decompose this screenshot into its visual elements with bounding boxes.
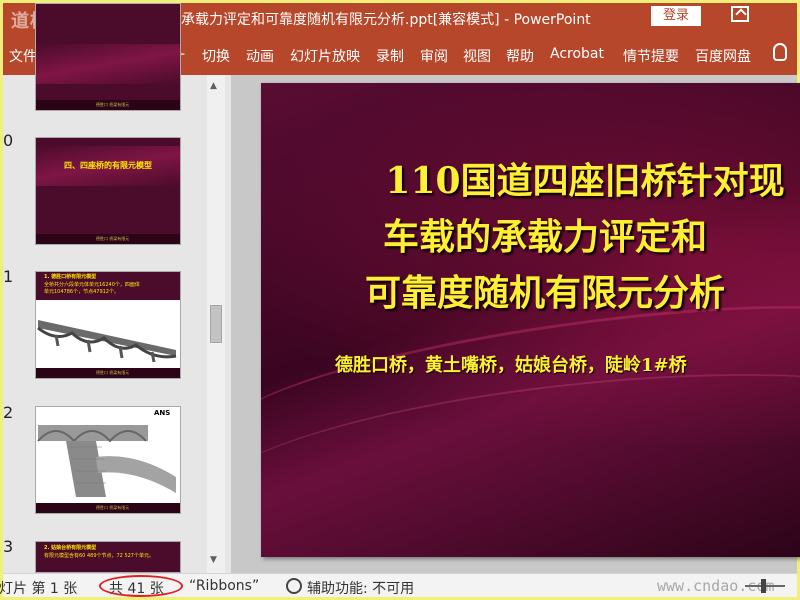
accessibility-icon[interactable]	[286, 578, 302, 594]
slide-number: 1	[3, 267, 14, 286]
tab-file[interactable]: 文件	[9, 46, 37, 66]
tab-transitions[interactable]: 切换	[202, 46, 230, 66]
zoom-slider-handle[interactable]	[761, 579, 766, 593]
slide-thumbnail[interactable]: 德胜口 桥梁有限元	[35, 3, 181, 111]
thumbnail-footer-text: 德胜口 桥梁有限元	[96, 236, 130, 241]
main-slide[interactable]: 110国道四座旧桥针对现 车载的承载力评定和 可靠度随机有限元分析 德胜口桥，黄…	[261, 83, 800, 557]
login-button[interactable]: 登录	[651, 6, 701, 26]
slide-title-line: 可靠度随机有限元分析	[364, 272, 725, 314]
thumbnail-footer-text: 德胜口 桥梁有限元	[96, 505, 130, 510]
tab-help[interactable]: 帮助	[506, 46, 534, 66]
tab-review[interactable]: 审阅	[420, 46, 448, 66]
slide-subtitle[interactable]: 德胜口桥，黄土嘴桥，姑娘台桥，陡岭1#桥	[335, 351, 687, 377]
slide-position-text[interactable]: 幻灯片 第 1 张	[0, 578, 77, 598]
tab-storyboard[interactable]: 情节提要	[623, 46, 679, 66]
accessibility-status[interactable]: 辅助功能: 不可用	[307, 578, 414, 598]
tab-baidu-netdisk[interactable]: 百度网盘	[695, 46, 751, 66]
thumbnail-text: 有限元模型含有60 489个节点，72 527个单元。	[44, 553, 154, 559]
lightbulb-icon[interactable]	[773, 43, 787, 61]
ansys-logo: ANS	[154, 409, 171, 417]
slide-thumbnail-pane: 德胜口 桥梁有限元 0 四、四座桥的有限元模型 德胜口 桥梁有限元 1 1. 德…	[3, 3, 231, 573]
thumbnail-text: 单元104786个，节点47912个。	[44, 289, 119, 295]
tab-animations[interactable]: 动画	[246, 46, 274, 66]
slide-title-line: 110国道四座旧桥针对现	[385, 160, 785, 202]
slide-thumbnail[interactable]: 四、四座桥的有限元模型 德胜口 桥梁有限元	[35, 137, 181, 245]
status-bar: 幻灯片 第 1 张 共 41 张 “Ribbons” 辅助功能: 不可用 www…	[0, 573, 797, 598]
slide-title[interactable]: 110国道四座旧桥针对现 车载的承载力评定和 可靠度随机有限元分析	[285, 153, 800, 321]
tab-view[interactable]: 视图	[463, 46, 491, 66]
slide-number: 2	[3, 403, 14, 422]
scrollbar-thumb[interactable]	[210, 305, 222, 343]
slide-thumbnail[interactable]: 2. 姑娘台桥有限元模型 有限元模型含有60 489个节点，72 527个单元。	[35, 541, 181, 573]
theme-name: “Ribbons”	[189, 578, 260, 594]
thumbnail-footer-text: 德胜口 桥梁有限元	[96, 370, 130, 375]
slide-number: 0	[3, 131, 14, 150]
scroll-up-icon[interactable]: ▲	[210, 81, 217, 91]
thumbnail-title: 四、四座桥的有限元模型	[64, 161, 152, 170]
bridge-model-image	[36, 300, 180, 370]
bridge-mesh-image: ANS	[36, 407, 180, 505]
red-highlight-circle	[99, 575, 183, 597]
thumbnail-text: 全桥共分六段单元体单元16240个，四面体	[44, 282, 140, 288]
tab-acrobat[interactable]: Acrobat	[550, 46, 604, 62]
tab-slideshow[interactable]: 幻灯片放映	[290, 46, 360, 66]
slide-title-line: 车载的承载力评定和	[382, 216, 707, 258]
window-title: 承载力评定和可靠度随机有限元分析.ppt[兼容模式] - PowerPoint	[181, 12, 591, 28]
thumbnail-scrollbar[interactable]: ▲ ▼	[207, 75, 225, 573]
thumbnail-title: 2. 姑娘台桥有限元模型	[44, 545, 97, 551]
scroll-down-icon[interactable]: ▼	[210, 555, 217, 565]
tab-record[interactable]: 录制	[376, 46, 404, 66]
slide-thumbnail[interactable]: 1. 德胜口桥有限元模型 全桥共分六段单元体单元16240个，四面体 单元104…	[35, 271, 181, 379]
thumbnail-title: 1. 德胜口桥有限元模型	[44, 274, 97, 280]
ribbon-display-options-icon[interactable]	[731, 6, 749, 22]
thumbnail-footer-text: 德胜口 桥梁有限元	[96, 102, 130, 107]
slide-thumbnail[interactable]: ANS 德胜口 桥梁有限元	[35, 406, 181, 514]
slide-number: 3	[3, 537, 14, 556]
